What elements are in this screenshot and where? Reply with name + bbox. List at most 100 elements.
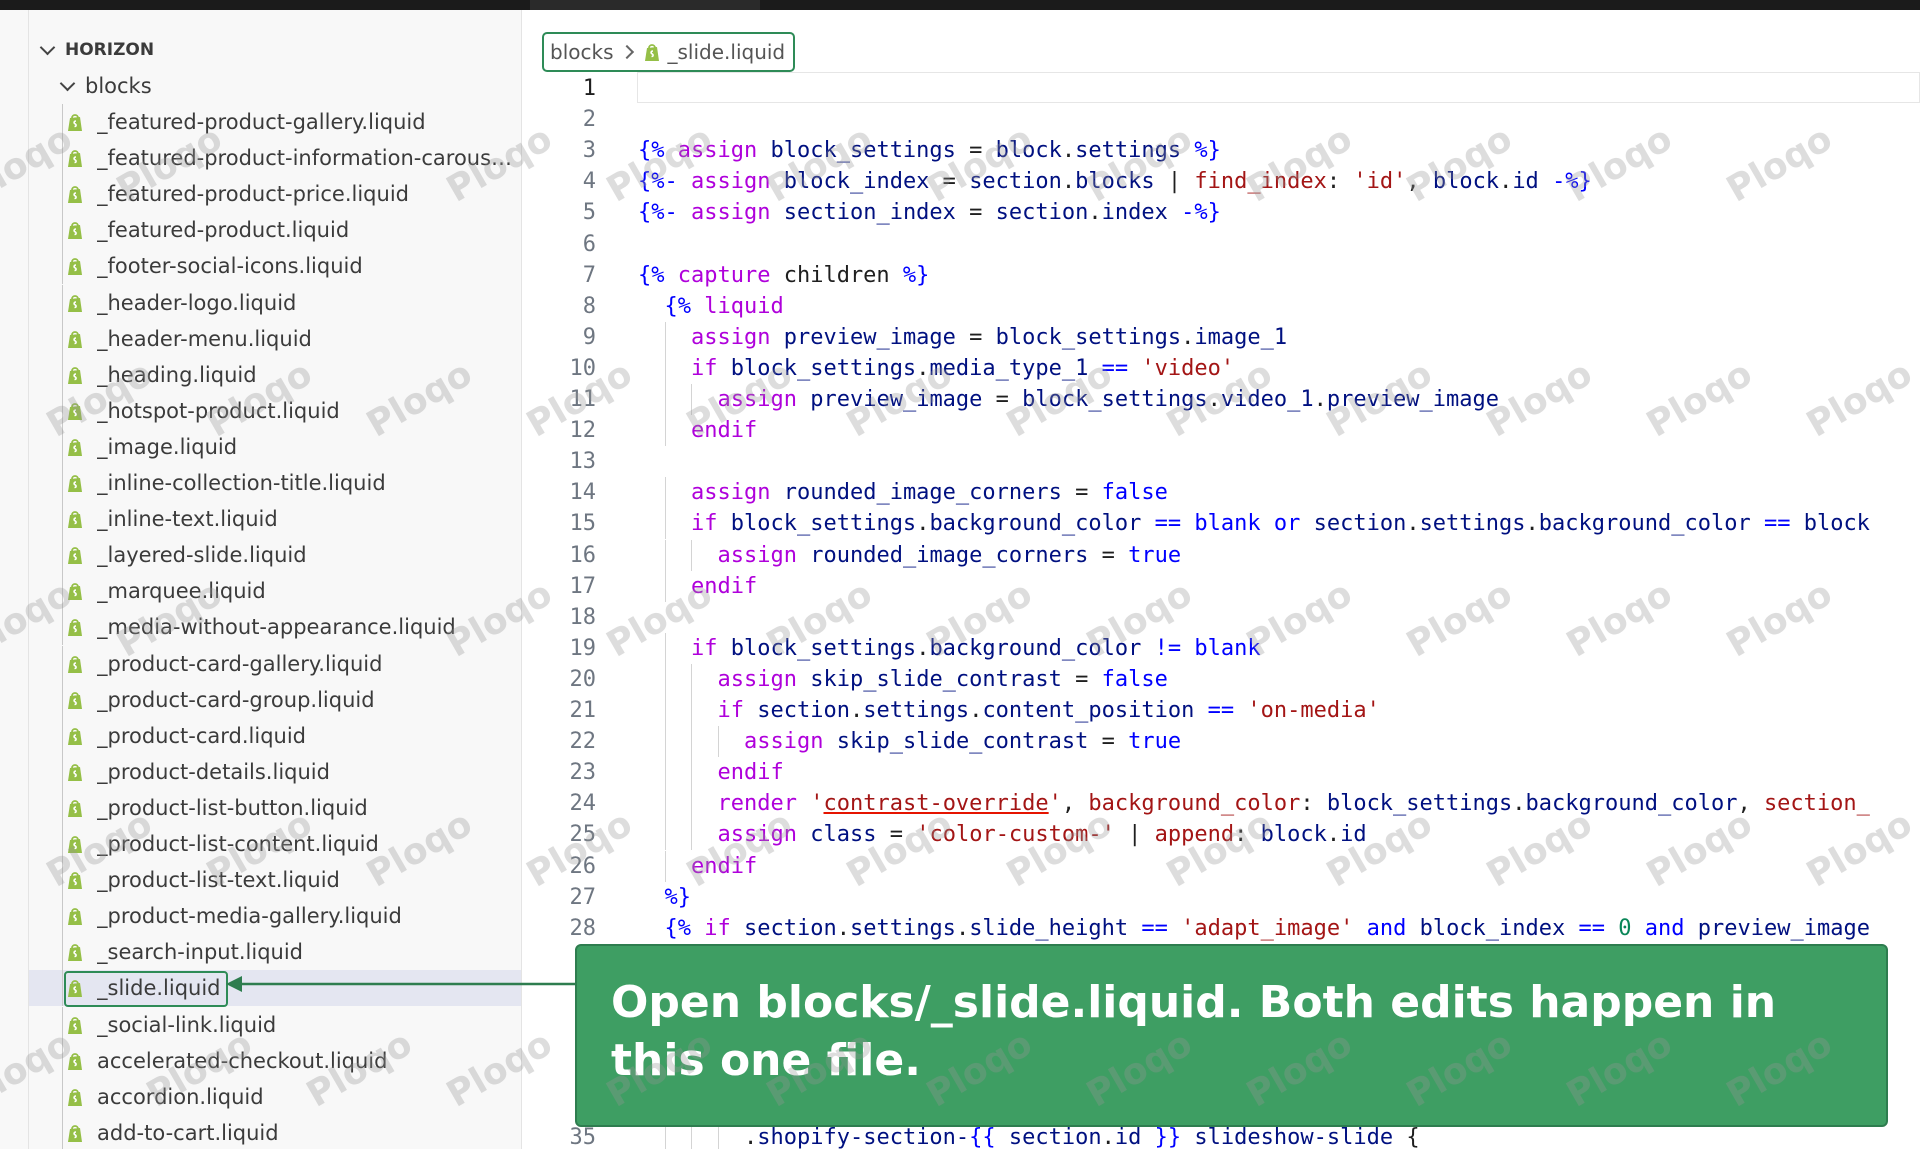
code-line: 3 {% assign block_settings = block.settin…	[522, 135, 1920, 166]
indent-guide	[664, 663, 666, 695]
file-item[interactable]: _product-card.liquid	[29, 717, 521, 754]
callout-arrow	[226, 976, 578, 992]
file-name: _heading.liquid	[97, 362, 257, 387]
shopify-icon	[68, 872, 82, 890]
file-item[interactable]: _featured-product.liquid	[29, 212, 521, 249]
line-number: 26	[569, 853, 597, 879]
file-item[interactable]: _product-list-text.liquid	[29, 862, 521, 899]
line-number: 25	[569, 822, 597, 848]
tree-indent-guide	[62, 573, 63, 610]
file-item[interactable]: add-to-cart.liquid	[29, 1114, 521, 1149]
tree-indent-guide	[62, 609, 63, 646]
line-number: 6	[582, 231, 596, 257]
file-item[interactable]: _heading.liquid	[29, 356, 521, 393]
file-name: _marquee.liquid	[97, 579, 266, 604]
file-item[interactable]: _header-logo.liquid	[29, 284, 521, 321]
editor-tab-strip[interactable]	[530, 0, 760, 10]
file-name: _product-media-gallery.liquid	[97, 904, 402, 929]
file-item[interactable]: _product-details.liquid	[29, 753, 521, 790]
tree-indent-guide	[62, 537, 63, 574]
code-text: assign skip_slide_contrast = false	[717, 666, 1168, 692]
breadcrumb-file[interactable]: _slide.liquid	[668, 40, 786, 64]
file-item[interactable]: _inline-text.liquid	[29, 501, 521, 538]
file-item[interactable]: _inline-collection-title.liquid	[29, 465, 521, 501]
file-name: _header-menu.liquid	[97, 326, 312, 351]
code-line: 14 assign rounded_image_corners = false	[522, 477, 1920, 509]
file-item[interactable]: _featured-product-information-carousel.l…	[29, 140, 521, 177]
code-line: 11 assign preview_image = block_settings.…	[522, 384, 1920, 415]
file-name: _featured-product.liquid	[97, 218, 350, 243]
file-item[interactable]: _product-card-group.liquid	[29, 681, 521, 718]
code-text: if section.settings.content_position == …	[717, 698, 1380, 723]
file-item[interactable]: _product-list-content.liquid	[29, 826, 521, 862]
breadcrumb-folder[interactable]: blocks	[550, 40, 614, 64]
shopify-icon	[68, 763, 82, 781]
file-item[interactable]: _layered-slide.liquid	[29, 537, 521, 574]
file-item[interactable]: _header-menu.liquid	[29, 320, 521, 357]
tree-indent-guide	[62, 248, 63, 285]
file-item[interactable]: accelerated-checkout.liquid	[29, 1042, 521, 1079]
code-line: 20 assign skip_slide_contrast = false	[522, 663, 1920, 695]
file-item[interactable]: _image.liquid	[29, 428, 521, 465]
line-number: 12	[569, 418, 597, 444]
file-name: _inline-collection-title.liquid	[97, 471, 386, 495]
explorer-root-folder[interactable]: HORIZON	[29, 32, 521, 68]
line-number: 5	[582, 200, 596, 226]
code-text: {% assign block_settings = block.setting…	[638, 138, 1221, 164]
indent-guide	[664, 508, 666, 540]
tree-indent-guide	[62, 1006, 63, 1043]
tree-indent-guide	[62, 826, 63, 862]
line-number: 13	[569, 449, 597, 475]
tree-indent-guide	[62, 212, 63, 249]
shopify-icon	[68, 1052, 82, 1070]
indent-guide	[691, 819, 692, 851]
shopify-icon	[644, 44, 659, 61]
indent-guide	[664, 819, 666, 851]
file-item[interactable]: _product-media-gallery.liquid	[29, 898, 521, 935]
file-item[interactable]: accordion.liquid	[29, 1078, 521, 1115]
shopify-icon	[68, 691, 82, 709]
file-item[interactable]: _featured-product-gallery.liquid	[29, 104, 521, 140]
file-name: _product-card.liquid	[97, 723, 307, 748]
indent-guide	[691, 539, 692, 571]
line-number: 28	[569, 915, 597, 941]
file-item[interactable]: _hotspot-product.liquid	[29, 392, 521, 429]
indent-guide	[664, 850, 666, 882]
code-line: 28 {% if section.settings.slide_height ==…	[522, 913, 1920, 944]
file-name: _search-input.liquid	[97, 940, 304, 965]
indent-guide	[691, 384, 692, 415]
file-item[interactable]: _product-list-button.liquid	[29, 789, 521, 826]
code-line: 24 render 'contrast-override', background…	[522, 788, 1920, 820]
folder-blocks[interactable]: blocks	[29, 68, 521, 104]
file-name: _featured-product-price.liquid	[97, 182, 409, 207]
line-number: 27	[569, 884, 597, 910]
code-text: assign class = 'color-custom-' | append:…	[717, 822, 1367, 848]
tree-indent-guide	[62, 392, 63, 429]
code-text: endif	[717, 760, 784, 786]
file-item[interactable]: _product-card-gallery.liquid	[29, 645, 521, 682]
tree-indent-guide	[62, 501, 63, 538]
file-item[interactable]: _footer-social-icons.liquid	[29, 248, 521, 285]
line-number: 15	[569, 511, 597, 537]
code-line: 9 assign preview_image = block_settings.i…	[522, 321, 1920, 353]
indent-guide	[664, 788, 666, 820]
file-item[interactable]: _social-link.liquid	[29, 1006, 521, 1043]
tree-indent-guide	[62, 717, 63, 754]
file-name: _layered-slide.liquid	[97, 543, 307, 568]
file-item[interactable]: _featured-product-price.liquid	[29, 176, 521, 213]
file-item[interactable]: _media-without-appearance.liquid	[29, 609, 521, 646]
shopify-icon	[68, 294, 82, 312]
file-item[interactable]: _search-input.liquid	[29, 934, 521, 971]
line-number: 14	[569, 480, 597, 506]
file-item[interactable]: _marquee.liquid	[29, 573, 521, 610]
tree-indent-guide	[62, 970, 63, 1007]
code-text: {% liquid	[664, 293, 784, 319]
line-number: 8	[582, 293, 596, 319]
code-line: 4 {%- assign block_index = section.blocks…	[522, 166, 1920, 197]
shopify-icon	[68, 1016, 82, 1034]
code-line: 18	[522, 602, 1920, 633]
shopify-icon	[68, 150, 82, 168]
tree-indent-guide	[62, 645, 63, 682]
code-text: assign skip_slide_contrast = true	[744, 729, 1182, 755]
line-number: 20	[569, 666, 597, 692]
